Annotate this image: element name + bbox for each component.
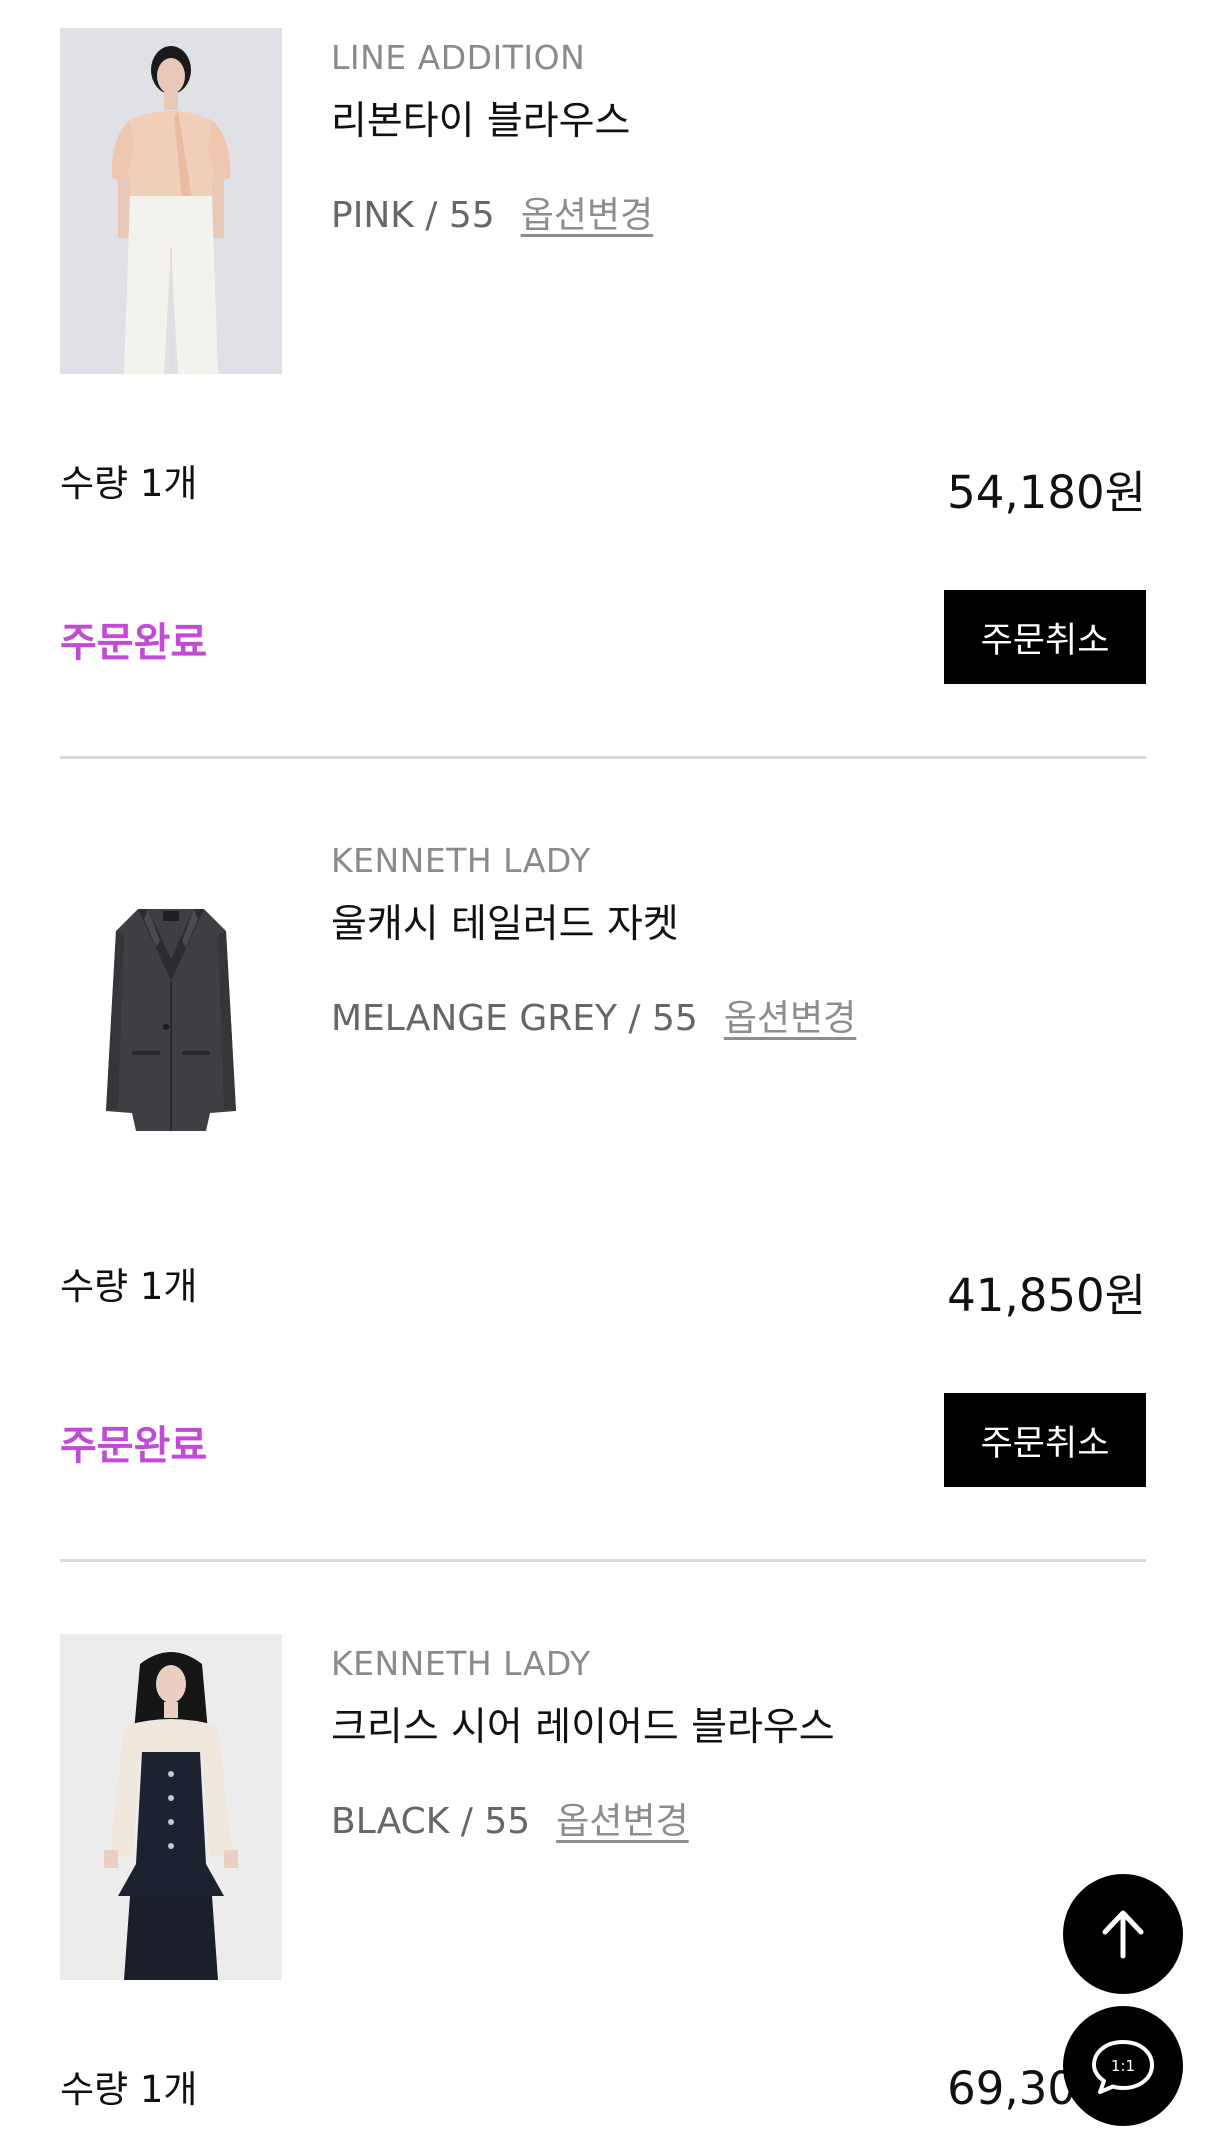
divider — [60, 756, 1146, 759]
option-info: MELANGE GREY / 55 옵션변경 — [331, 989, 856, 1041]
option-change-link[interactable]: 옵션변경 — [556, 1801, 688, 1842]
quantity-label: 수량 1개 — [60, 2068, 198, 2111]
cancel-order-button[interactable]: 주문취소 — [944, 590, 1146, 684]
option-change-link[interactable]: 옵션변경 — [521, 195, 653, 236]
product-image[interactable] — [60, 831, 282, 1177]
quantity-label: 수량 1개 — [60, 462, 198, 505]
option-value: PINK / 55 — [331, 195, 495, 236]
option-value: BLACK / 55 — [331, 1801, 531, 1842]
divider — [60, 1559, 1146, 1562]
product-name[interactable]: 울캐시 테일러드 자켓 — [331, 893, 679, 949]
cancel-order-button[interactable]: 주문취소 — [944, 1393, 1146, 1487]
brand-name: KENNETH LADY — [331, 1644, 591, 1683]
order-status: 주문완료 — [60, 620, 208, 666]
price: 69,30 — [947, 2062, 1076, 2115]
option-info: PINK / 55 옵션변경 — [331, 186, 653, 238]
quantity-label: 수량 1개 — [60, 1265, 198, 1308]
product-photo-jacket — [60, 831, 282, 1177]
price: 41,850원 — [947, 1269, 1146, 1322]
option-info: BLACK / 55 옵션변경 — [331, 1792, 689, 1844]
product-image[interactable] — [60, 28, 282, 374]
scroll-to-top-button[interactable] — [1063, 1874, 1183, 1994]
arrow-up-icon — [1102, 1910, 1144, 1959]
price: 54,180원 — [947, 466, 1146, 519]
option-change-link[interactable]: 옵션변경 — [724, 998, 856, 1039]
product-photo-blouse — [60, 28, 282, 374]
chat-label: 1:1 — [1111, 2057, 1135, 2075]
order-status: 주문완료 — [60, 1423, 208, 1469]
brand-name: LINE ADDITION — [331, 38, 586, 77]
product-name[interactable]: 리본타이 블라우스 — [331, 90, 630, 146]
chat-bubble-icon: 1:1 — [1092, 2040, 1154, 2094]
product-name[interactable]: 크리스 시어 레이어드 블라우스 — [331, 1696, 835, 1752]
brand-name: KENNETH LADY — [331, 841, 591, 880]
product-image[interactable] — [60, 1634, 282, 1980]
product-photo-layered-blouse — [60, 1634, 282, 1980]
option-value: MELANGE GREY / 55 — [331, 998, 698, 1039]
chat-button[interactable]: 1:1 — [1063, 2006, 1183, 2126]
